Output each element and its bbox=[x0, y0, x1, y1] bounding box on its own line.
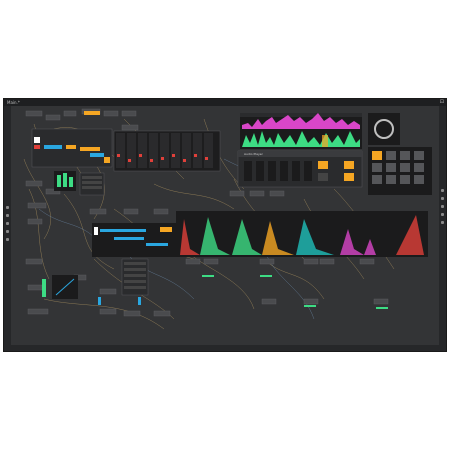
matrix-grid bbox=[113, 130, 221, 172]
xy-pad bbox=[42, 275, 78, 299]
list-panel bbox=[92, 223, 176, 257]
number-list bbox=[121, 258, 149, 296]
envelope-display bbox=[176, 211, 428, 257]
max-patcher-window: Main.* ⊡ Audio Player bbox=[4, 99, 446, 351]
waveform-display bbox=[240, 113, 362, 149]
button-grid bbox=[368, 147, 432, 195]
audio-player-label: Audio Player bbox=[244, 152, 263, 156]
step-sequencer-panel bbox=[31, 111, 113, 168]
dial bbox=[368, 113, 400, 145]
patcher-canvas bbox=[23, 108, 432, 330]
status-bar bbox=[4, 345, 446, 351]
meter-panel bbox=[54, 171, 105, 196]
audio-player-panel bbox=[237, 150, 363, 188]
